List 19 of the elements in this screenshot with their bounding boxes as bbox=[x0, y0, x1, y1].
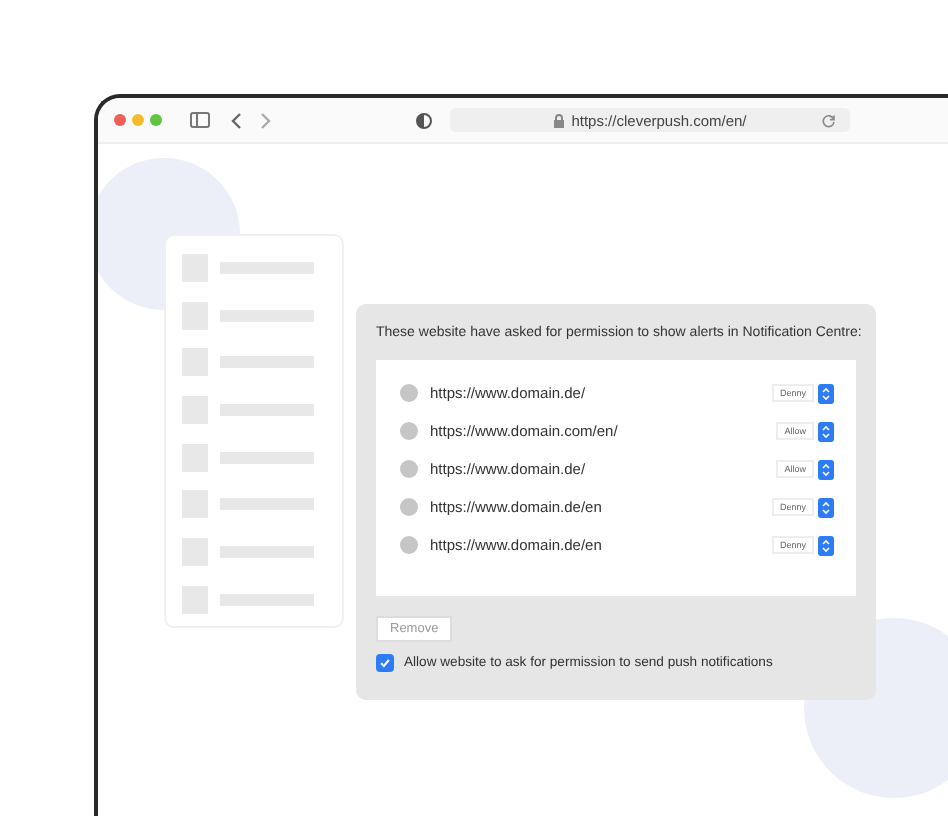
stepper-icon[interactable] bbox=[818, 497, 834, 517]
checkbox[interactable] bbox=[376, 654, 394, 672]
lock-icon bbox=[553, 113, 564, 127]
zoom-button[interactable] bbox=[150, 114, 162, 126]
shield-icon[interactable] bbox=[416, 111, 432, 129]
favicon-circle bbox=[400, 498, 418, 516]
stepper-icon[interactable] bbox=[818, 459, 834, 479]
sidebar-icon[interactable] bbox=[190, 112, 210, 128]
favicon-circle bbox=[400, 422, 418, 440]
stepper-icon[interactable] bbox=[818, 421, 834, 441]
reload-icon[interactable] bbox=[822, 113, 836, 127]
close-button[interactable] bbox=[114, 114, 126, 126]
back-icon[interactable] bbox=[230, 111, 242, 129]
favicon-circle bbox=[400, 536, 418, 554]
forward-icon[interactable] bbox=[260, 111, 272, 129]
favicon-circle bbox=[400, 384, 418, 402]
favicon-circle bbox=[400, 460, 418, 478]
stepper-icon[interactable] bbox=[818, 535, 834, 555]
stepper-icon[interactable] bbox=[818, 383, 834, 403]
